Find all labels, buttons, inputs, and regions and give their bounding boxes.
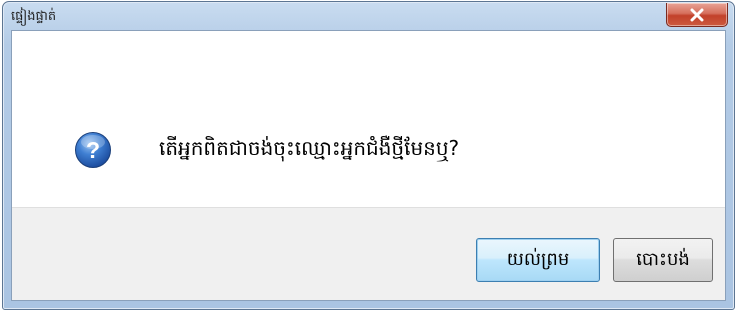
svg-text:?: ? bbox=[86, 137, 100, 163]
button-bar: យល់ព្រម បោះបង់ bbox=[12, 207, 725, 300]
close-icon bbox=[667, 3, 727, 26]
window-title: ផ្ទៀងផ្ទាត់ bbox=[11, 9, 57, 24]
close-button[interactable] bbox=[666, 3, 728, 27]
dialog-client-area: ? តើអ្នកពិតជាចង់ចុះឈ្មោះអ្នកជំងឺថ្មីមែនឬ… bbox=[11, 30, 726, 301]
ok-button[interactable]: យល់ព្រម bbox=[476, 238, 600, 282]
dialog-window: ផ្ទៀងផ្ទាត់ ? តើអ្នកពិតជាចង់ចុះឈ្មោះអ្នក… bbox=[2, 1, 735, 310]
dialog-message: តើអ្នកពិតជាចង់ចុះឈ្មោះអ្នកជំងឺថ្មីមែនឬ? bbox=[159, 136, 460, 160]
cancel-button[interactable]: បោះបង់ bbox=[613, 238, 713, 282]
question-icon: ? bbox=[74, 131, 112, 169]
message-area: ? តើអ្នកពិតជាចង់ចុះឈ្មោះអ្នកជំងឺថ្មីមែនឬ… bbox=[12, 31, 725, 207]
